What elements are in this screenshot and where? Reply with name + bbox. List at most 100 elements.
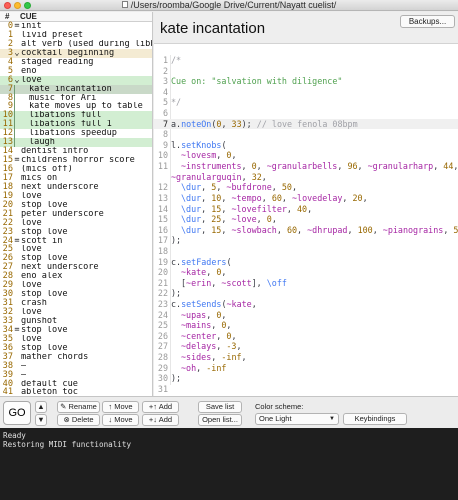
cue-row[interactable]: 27 next underscore <box>0 263 152 272</box>
cue-row[interactable]: 22 love <box>0 218 152 228</box>
group-indent-line <box>14 138 15 148</box>
cue-row[interactable]: 37 mather chords <box>0 352 152 362</box>
line-number: 16 <box>157 224 168 235</box>
cue-name: stop love <box>21 227 68 237</box>
cue-row[interactable]: 7 kate incantation <box>0 84 152 94</box>
cue-row[interactable]: 38— <box>0 361 152 371</box>
code-line: 5 */ <box>154 97 458 108</box>
cue-row[interactable]: 21 peter underscore <box>0 209 152 219</box>
line-number: 4 <box>162 86 168 97</box>
line-number: 2 <box>162 65 168 76</box>
cue-row[interactable]: 19 love <box>0 191 152 201</box>
cue-row[interactable]: 31 crash <box>0 299 152 308</box>
cue-marker[interactable]: ⌄ <box>13 48 21 58</box>
group-indent-line <box>14 111 15 121</box>
cue-row[interactable]: 25 love <box>0 245 152 254</box>
line-number: 10 <box>157 150 168 161</box>
cue-row[interactable]: 16 (mics off) <box>0 165 152 174</box>
code-line: 15 \dur, 25, ~love, 0, <box>154 214 458 225</box>
delete-button[interactable]: ⊗ Delete <box>57 414 100 426</box>
code-text: /* <box>171 55 182 65</box>
cue-row[interactable]: 4 staged reading <box>0 57 152 67</box>
add-above-button[interactable]: +↑ Add <box>142 401 179 413</box>
line-number: 17 <box>157 235 168 246</box>
code-line: 20 ~kate, 0, <box>154 267 458 278</box>
cue-name: stop love <box>21 254 68 264</box>
cue-row[interactable]: 24 = scott in <box>0 235 152 246</box>
cue-row[interactable]: 23 stop love <box>0 227 152 237</box>
cue-row[interactable]: 0 = init <box>0 22 152 31</box>
cue-name: libations full <box>29 111 102 121</box>
line-number: 24 <box>157 309 168 320</box>
cue-row[interactable]: 17 mics on <box>0 173 152 183</box>
move-down-button[interactable]: ↓ Move <box>102 414 139 426</box>
rename-button[interactable]: ✎ Rename <box>57 401 100 413</box>
line-number: 22 <box>157 288 168 299</box>
cue-name: — <box>21 361 27 371</box>
cue-row[interactable]: 20 stop love <box>0 200 152 210</box>
cue-row[interactable]: 26 stop love <box>0 254 152 263</box>
code-line: 22); <box>154 288 458 299</box>
cue-row[interactable]: 40 default cue <box>0 379 152 389</box>
save-list-button[interactable]: Save list <box>198 401 242 413</box>
cue-row[interactable]: 3 ⌄ cocktail beginning <box>0 48 152 58</box>
cue-row[interactable]: 13 laugh <box>0 138 152 148</box>
cue-row[interactable]: 12 libations speedup <box>0 129 152 139</box>
cue-marker <box>13 174 21 183</box>
cue-marker <box>13 201 21 210</box>
cue-row[interactable]: 41 ableton toc <box>0 388 152 396</box>
line-number: 9 <box>162 139 168 150</box>
cue-name: — <box>21 370 27 380</box>
cue-list[interactable]: # CUE 0 = init 1 livid preset 2 alt verb (used… <box>0 12 153 396</box>
code-line: 2 <box>154 66 458 77</box>
cue-row[interactable]: 2alt verb (used during libby section) <box>0 39 152 49</box>
cue-marker <box>13 299 21 308</box>
cue-row[interactable]: 9 kate moves up to table <box>0 102 152 112</box>
cue-row[interactable]: 11 libations full 1 <box>0 120 152 130</box>
cue-marker <box>13 308 21 317</box>
cue-row[interactable]: 1 livid preset <box>0 30 152 40</box>
cue-row[interactable]: 32 love <box>0 308 152 317</box>
cue-marker[interactable]: ⌄ <box>13 75 21 85</box>
cue-name: dentist intro <box>21 147 89 157</box>
add-below-button[interactable]: +↓ Add <box>142 414 179 426</box>
cue-row[interactable]: 33 gunshot <box>0 316 152 326</box>
cue-row[interactable]: 35 love <box>0 334 152 344</box>
code-area[interactable]: 1/* 2 3 Cue on: "salvation with diligence" 4… <box>154 55 458 395</box>
color-scheme-select[interactable]: One Light ▼ <box>255 413 339 425</box>
cue-title: kate incantation <box>160 20 266 37</box>
open-list-button[interactable]: Open list... <box>198 414 242 426</box>
line-number: 19 <box>157 256 168 267</box>
cue-row[interactable]: 5 eno <box>0 66 152 76</box>
keybindings-button[interactable]: Keybindings <box>343 413 407 425</box>
next-cue-button[interactable]: ▼ <box>35 414 47 426</box>
line-number: 13 <box>157 192 168 203</box>
code-line: 27 ~delays, -3, <box>154 341 458 352</box>
cue-row[interactable]: 6 ⌄ love <box>0 75 152 85</box>
cue-row[interactable]: 28 eno alex <box>0 272 152 281</box>
backups-button[interactable]: Backups... <box>400 15 455 28</box>
cue-row[interactable]: 10 libations full <box>0 111 152 121</box>
cue-marker <box>13 254 21 263</box>
cue-marker <box>13 183 21 192</box>
cue-editor[interactable]: kate incantation Backups... 1/* 2 3 Cue on:… <box>154 12 458 396</box>
move-up-button[interactable]: ↑ Move <box>102 401 139 413</box>
cue-marker <box>13 290 21 299</box>
previous-cue-button[interactable]: ▲ <box>35 401 47 413</box>
cue-row[interactable]: 18 next underscore <box>0 182 152 192</box>
cue-row[interactable]: 30 stop love <box>0 290 152 299</box>
cue-row[interactable]: 14 dentist intro <box>0 147 152 156</box>
cue-row[interactable]: 39— <box>0 370 152 380</box>
cue-marker: = <box>14 235 20 246</box>
cue-row[interactable]: 15 = childrens horror score <box>0 156 152 165</box>
cue-name: next underscore <box>21 263 99 273</box>
go-button[interactable]: GO <box>3 401 31 425</box>
title-bar[interactable]: /Users/roomba/Google Drive/Current/Nayat… <box>0 0 458 11</box>
line-number: 6 <box>162 108 168 119</box>
cue-row[interactable]: 8 music for Ari <box>0 93 152 103</box>
line-number: 8 <box>162 129 168 140</box>
cue-row[interactable]: 29 love <box>0 281 152 290</box>
cue-name: scott in <box>21 236 63 246</box>
cue-row[interactable]: 34 = stop love <box>0 325 152 335</box>
cue-row[interactable]: 36 stop love <box>0 343 152 353</box>
